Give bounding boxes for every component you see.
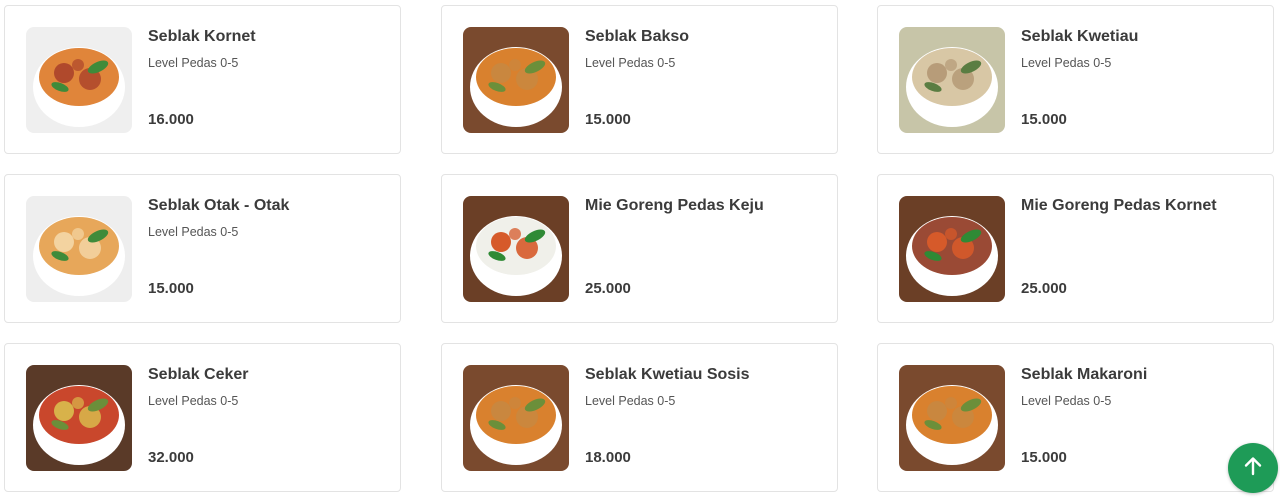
- menu-item-price: 25.000: [1021, 280, 1067, 297]
- menu-item-name: Seblak Kwetiau: [1021, 28, 1139, 45]
- menu-item-price: 25.000: [585, 280, 631, 297]
- menu-item-card[interactable]: Seblak Ceker Level Pedas 0-5 32.000: [4, 343, 401, 492]
- menu-item-card[interactable]: Seblak Otak - Otak Level Pedas 0-5 15.00…: [4, 174, 401, 323]
- menu-item-description: Level Pedas 0-5: [148, 225, 239, 239]
- menu-item-name: Mie Goreng Pedas Keju: [585, 197, 764, 214]
- menu-item-name: Seblak Otak - Otak: [148, 197, 290, 214]
- mie-goreng-keju-bowl-icon: [463, 196, 569, 302]
- menu-item-description: Level Pedas 0-5: [1021, 394, 1112, 408]
- seblak-kwetiau-sosis-bowl-icon: [463, 365, 569, 471]
- menu-item-description: Level Pedas 0-5: [585, 56, 676, 70]
- seblak-bakso-bowl-icon: [463, 27, 569, 133]
- menu-item-name: Seblak Kwetiau Sosis: [585, 366, 750, 383]
- seblak-kwetiau-bowl-icon: [899, 27, 1005, 133]
- menu-item-price: 15.000: [1021, 449, 1067, 466]
- menu-grid: Seblak Kornet Level Pedas 0-5 16.000 Seb…: [4, 5, 1274, 493]
- seblak-kornet-bowl-icon: [26, 27, 132, 133]
- menu-item-card[interactable]: Seblak Kwetiau Level Pedas 0-5 15.000: [877, 5, 1274, 154]
- menu-item-card[interactable]: Seblak Kornet Level Pedas 0-5 16.000: [4, 5, 401, 154]
- menu-item-description: Level Pedas 0-5: [585, 394, 676, 408]
- menu-item-name: Seblak Ceker: [148, 366, 249, 383]
- menu-item-name: Seblak Kornet: [148, 28, 256, 45]
- seblak-ceker-bowl-icon: [26, 365, 132, 471]
- menu-item-name: Seblak Makaroni: [1021, 366, 1148, 383]
- seblak-otak-otak-bowl-icon: [26, 196, 132, 302]
- menu-item-price: 16.000: [148, 111, 194, 128]
- menu-item-description: Level Pedas 0-5: [1021, 56, 1112, 70]
- mie-goreng-kornet-bowl-icon: [899, 196, 1005, 302]
- seblak-makaroni-bowl-icon: [899, 365, 1005, 471]
- menu-item-card[interactable]: Mie Goreng Pedas Keju 25.000: [441, 174, 838, 323]
- menu-item-name: Mie Goreng Pedas Kornet: [1021, 197, 1217, 214]
- menu-item-price: 15.000: [1021, 111, 1067, 128]
- menu-item-name: Seblak Bakso: [585, 28, 690, 45]
- menu-item-card[interactable]: Mie Goreng Pedas Kornet 25.000: [877, 174, 1274, 323]
- arrow-up-icon: [1242, 455, 1264, 482]
- menu-item-description: Level Pedas 0-5: [148, 56, 239, 70]
- menu-item-price: 15.000: [585, 111, 631, 128]
- menu-item-description: Level Pedas 0-5: [148, 394, 239, 408]
- menu-item-card[interactable]: Seblak Makaroni Level Pedas 0-5 15.000: [877, 343, 1274, 492]
- menu-item-price: 15.000: [148, 280, 194, 297]
- menu-item-price: 18.000: [585, 449, 631, 466]
- menu-item-card[interactable]: Seblak Bakso Level Pedas 0-5 15.000: [441, 5, 838, 154]
- menu-item-card[interactable]: Seblak Kwetiau Sosis Level Pedas 0-5 18.…: [441, 343, 838, 492]
- scroll-to-top-button[interactable]: [1228, 443, 1278, 493]
- menu-item-price: 32.000: [148, 449, 194, 466]
